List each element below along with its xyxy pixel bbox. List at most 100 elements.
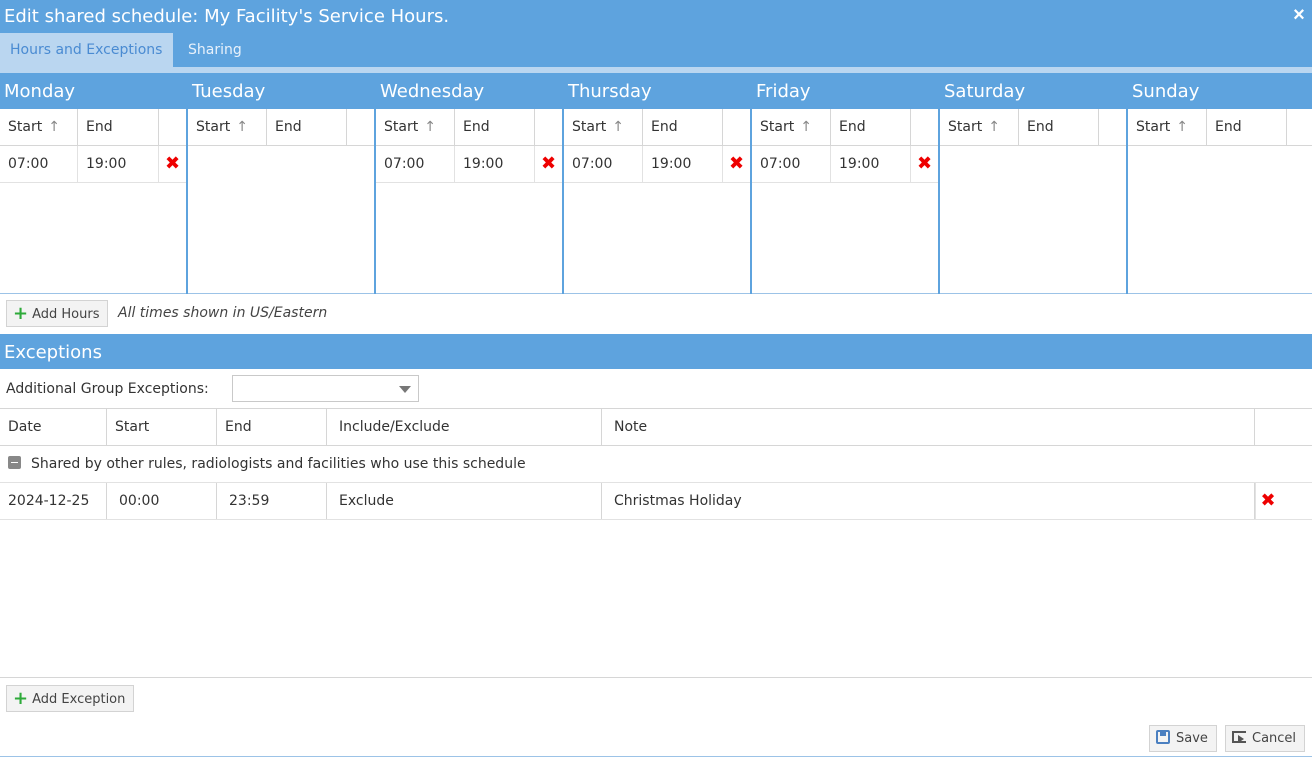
start-time[interactable]: 07:00 — [0, 146, 78, 182]
day-column-headers: Start ↑ End — [376, 109, 562, 146]
exception-start[interactable]: 00:00 — [107, 483, 217, 519]
end-time[interactable]: 19:00 — [643, 146, 723, 182]
start-label: Start — [760, 119, 795, 135]
cancel-label: Cancel — [1252, 731, 1297, 746]
start-column-header[interactable]: Start ↑ — [1128, 109, 1207, 145]
exception-date[interactable]: 2024-12-25 — [0, 483, 107, 519]
day-thursday: Thursday Start ↑ End 07:00 19:00 ✖ — [564, 73, 752, 294]
delete-icon[interactable]: ✖ — [1255, 483, 1280, 519]
start-column-header[interactable]: Start ↑ — [188, 109, 267, 145]
weekly-hours: Monday Start ↑ End 07:00 19:00 ✖ Tuesday … — [0, 73, 1312, 294]
day-title: Monday — [0, 73, 186, 109]
day-column-headers: Start ↑ End — [564, 109, 750, 146]
end-column-header[interactable]: End — [1019, 109, 1099, 145]
start-time[interactable]: 07:00 — [376, 146, 455, 182]
end-column-header[interactable]: End — [455, 109, 535, 145]
hours-row: 07:00 19:00 ✖ — [752, 146, 938, 183]
hours-row: 07:00 19:00 ✖ — [564, 146, 750, 183]
group-row[interactable]: Shared by other rules, radiologists and … — [0, 446, 1312, 483]
exception-end[interactable]: 23:59 — [217, 483, 327, 519]
start-time[interactable]: 07:00 — [752, 146, 831, 182]
start-label: Start — [948, 119, 983, 135]
chevron-down-icon — [399, 386, 411, 393]
delete-icon[interactable]: ✖ — [911, 146, 938, 182]
day-monday: Monday Start ↑ End 07:00 19:00 ✖ — [0, 73, 188, 294]
save-label: Save — [1176, 731, 1208, 746]
start-label: Start — [8, 119, 43, 135]
day-column-headers: Start ↑ End — [940, 109, 1126, 146]
start-label: Start — [196, 119, 231, 135]
exceptions-table: Date Start End Include/Exclude Note Shar… — [0, 408, 1312, 678]
end-time[interactable]: 19:00 — [78, 146, 159, 182]
timezone-note: All times shown in US/Eastern — [118, 305, 328, 321]
tab-bar: Hours and Exceptions Sharing — [0, 33, 1312, 67]
delete-icon[interactable]: ✖ — [159, 146, 186, 182]
exceptions-title: Exceptions — [0, 334, 1312, 369]
column-note[interactable]: Note — [602, 409, 1255, 445]
start-label: Start — [1136, 119, 1171, 135]
start-label: Start — [384, 119, 419, 135]
collapse-icon[interactable] — [8, 456, 21, 469]
add-hours-button[interactable]: + Add Hours — [6, 300, 109, 327]
exception-mode[interactable]: Exclude — [327, 483, 602, 519]
start-time[interactable]: 07:00 — [564, 146, 643, 182]
column-include-exclude[interactable]: Include/Exclude — [327, 409, 602, 445]
sort-arrow-icon: ↑ — [236, 119, 248, 135]
day-wednesday: Wednesday Start ↑ End 07:00 19:00 ✖ — [376, 73, 564, 294]
exceptions-header-row: Date Start End Include/Exclude Note — [0, 409, 1312, 446]
group-exceptions-label: Additional Group Exceptions: — [6, 381, 209, 397]
column-end[interactable]: End — [217, 409, 327, 445]
tab-hours-and-exceptions[interactable]: Hours and Exceptions — [0, 33, 173, 67]
column-date[interactable]: Date — [0, 409, 107, 445]
day-title: Wednesday — [376, 73, 562, 109]
save-button[interactable]: Save — [1149, 725, 1217, 752]
end-column-header[interactable]: End — [643, 109, 723, 145]
dialog-titlebar: Edit shared schedule: My Facility's Serv… — [0, 0, 1312, 33]
cancel-icon — [1232, 731, 1246, 743]
day-column-headers: Start ↑ End — [188, 109, 374, 146]
cancel-button[interactable]: Cancel — [1225, 725, 1306, 752]
end-column-header[interactable]: End — [1207, 109, 1287, 145]
day-title: Saturday — [940, 73, 1126, 109]
start-column-header[interactable]: Start ↑ — [940, 109, 1019, 145]
day-column-headers: Start ↑ End — [0, 109, 186, 146]
column-start[interactable]: Start — [107, 409, 217, 445]
start-label: Start — [572, 119, 607, 135]
sort-arrow-icon: ↑ — [988, 119, 1000, 135]
table-row: 2024-12-25 00:00 23:59 Exclude Christmas… — [0, 483, 1312, 520]
day-friday: Friday Start ↑ End 07:00 19:00 ✖ — [752, 73, 940, 294]
end-column-header[interactable]: End — [78, 109, 159, 145]
end-column-header[interactable]: End — [831, 109, 911, 145]
start-column-header[interactable]: Start ↑ — [564, 109, 643, 145]
day-sunday: Sunday Start ↑ End — [1128, 73, 1312, 294]
day-saturday: Saturday Start ↑ End — [940, 73, 1128, 294]
add-exception-button[interactable]: + Add Exception — [6, 685, 135, 712]
start-column-header[interactable]: Start ↑ — [0, 109, 78, 145]
plus-icon: + — [13, 688, 29, 709]
start-column-header[interactable]: Start ↑ — [376, 109, 455, 145]
dialog-title: Edit shared schedule: My Facility's Serv… — [4, 6, 450, 27]
start-column-header[interactable]: Start ↑ — [752, 109, 831, 145]
add-hours-label: Add Hours — [32, 307, 100, 322]
tab-sharing[interactable]: Sharing — [178, 33, 252, 67]
day-title: Thursday — [564, 73, 750, 109]
add-exception-label: Add Exception — [32, 692, 126, 707]
delete-icon[interactable]: ✖ — [535, 146, 562, 182]
group-exceptions-select[interactable] — [232, 375, 419, 402]
exception-note[interactable]: Christmas Holiday — [602, 483, 1255, 519]
close-icon[interactable]: × — [1290, 4, 1308, 26]
end-column-header[interactable]: End — [267, 109, 347, 145]
plus-icon: + — [13, 303, 29, 324]
sort-arrow-icon: ↑ — [1176, 119, 1188, 135]
save-icon — [1156, 730, 1170, 744]
day-title: Sunday — [1128, 73, 1312, 109]
hours-row: 07:00 19:00 ✖ — [0, 146, 186, 183]
day-column-headers: Start ↑ End — [752, 109, 938, 146]
end-time[interactable]: 19:00 — [455, 146, 535, 182]
day-title: Tuesday — [188, 73, 374, 109]
delete-icon[interactable]: ✖ — [723, 146, 750, 182]
day-title: Friday — [752, 73, 938, 109]
sort-arrow-icon: ↑ — [424, 119, 436, 135]
end-time[interactable]: 19:00 — [831, 146, 911, 182]
hours-row: 07:00 19:00 ✖ — [376, 146, 562, 183]
